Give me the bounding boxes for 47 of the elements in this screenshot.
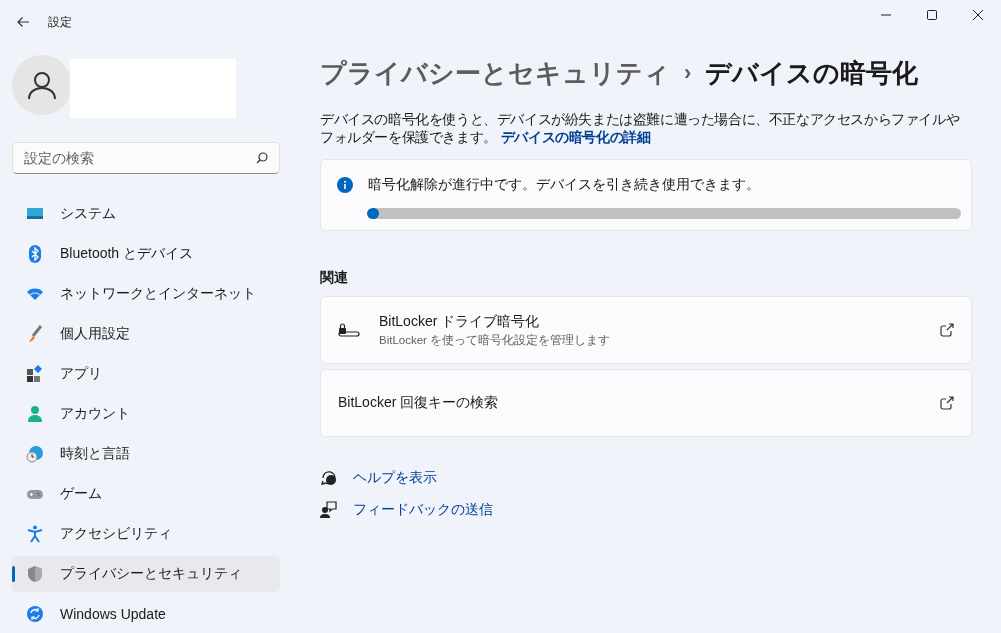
external-link-icon [940, 323, 954, 337]
nav-item[interactable]: ゲーム [12, 476, 280, 512]
help-link[interactable]: ヘルプを表示 [353, 469, 437, 487]
nav-item[interactable]: 個人用設定 [12, 316, 280, 352]
person-icon [26, 405, 44, 423]
description-text: デバイスの暗号化を使うと、デバイスが紛失または盗難に遭った場合に、不正なアクセスからファイルやフォルダーを保護できます。 デバイスの暗号化の詳細 [320, 111, 961, 147]
apps-icon [26, 365, 44, 383]
info-icon [337, 177, 353, 193]
related-setting-card[interactable]: BitLocker 回復キーの検索 [320, 369, 972, 437]
person-icon [27, 70, 57, 100]
accessibility-icon [26, 525, 44, 543]
section-heading: 関連 [320, 269, 349, 287]
related-setting-card[interactable]: BitLocker ドライブ暗号化 BitLocker を使って暗号化設定を管理します [320, 296, 972, 364]
card-subtitle: BitLocker を使って暗号化設定を管理します [379, 332, 612, 348]
selection-indicator [12, 566, 15, 582]
window-title: 設定 [48, 13, 72, 31]
drive-lock-icon [338, 323, 360, 337]
card-title: BitLocker ドライブ暗号化 [379, 312, 541, 331]
maximize-icon [926, 9, 938, 21]
external-link-icon [940, 396, 954, 410]
paintbrush-icon [26, 325, 44, 343]
nav-item[interactable]: アクセシビリティ [12, 516, 280, 552]
shield-icon [26, 565, 44, 583]
help-link[interactable]: フィードバックの送信 [353, 501, 493, 519]
nav-item[interactable]: プライバシーとセキュリティ [12, 556, 280, 592]
nav-item[interactable]: Windows Update [12, 596, 280, 632]
nav-item[interactable]: システム [12, 196, 280, 232]
page-title: デバイスの暗号化 [705, 56, 919, 90]
help-icon [320, 469, 338, 487]
globe-clock-icon [26, 445, 44, 463]
status-message: 暗号化解除が進行中です。デバイスを引き続き使用できます。 [368, 176, 760, 194]
sync-icon [26, 605, 44, 623]
nav-item[interactable]: アプリ [12, 356, 280, 392]
search-icon [256, 152, 268, 164]
nav-item[interactable]: 時刻と言語 [12, 436, 280, 472]
bluetooth-icon [26, 245, 44, 263]
nav-item[interactable]: Bluetooth とデバイス [12, 236, 280, 272]
breadcrumb-link[interactable]: プライバシーとセキュリティ [320, 55, 670, 91]
nav-item[interactable]: アカウント [12, 396, 280, 432]
back-arrow-icon [16, 16, 30, 28]
details-link[interactable]: デバイスの暗号化の詳細 [500, 130, 651, 145]
feedback-icon [320, 501, 338, 519]
nav-item[interactable]: ネットワークとインターネット [12, 276, 280, 312]
breadcrumb-separator: › [684, 60, 692, 86]
close-icon [972, 9, 984, 21]
search-field[interactable]: 設定の検索 [12, 142, 280, 174]
card-title: BitLocker 回復キーの検索 [338, 394, 500, 412]
